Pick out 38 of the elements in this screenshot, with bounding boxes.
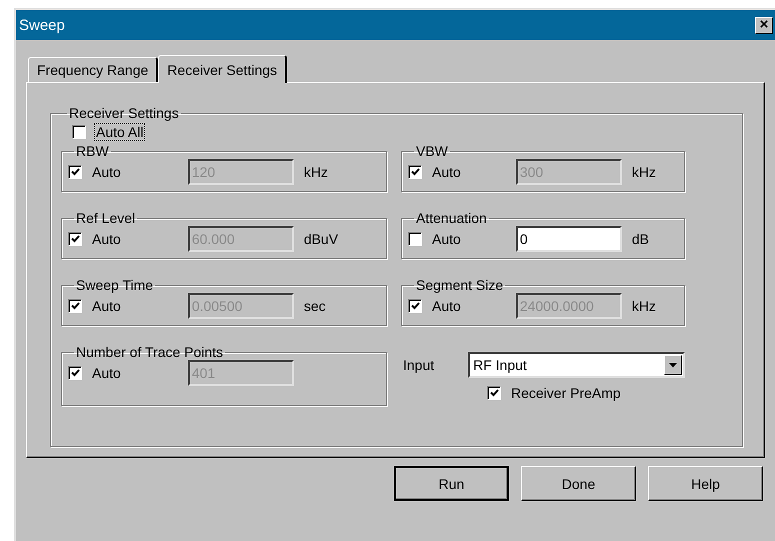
checkmark-icon [490, 389, 498, 397]
checkmark-icon [70, 235, 80, 243]
unit-label: kHz [632, 164, 656, 180]
input-field[interactable]: 0 [516, 226, 622, 252]
unit-label: kHz [632, 298, 656, 314]
tab[interactable]: Receiver Settings [158, 55, 288, 83]
checkbox-label[interactable]: Receiver PreAmp [509, 384, 623, 402]
checkbox[interactable] [408, 232, 422, 246]
input-label: Input [403, 357, 436, 373]
checkmark-icon [70, 369, 80, 377]
unit-label: kHz [304, 164, 328, 180]
checkmark-icon [70, 302, 80, 310]
group-label: Sweep Time [75, 277, 154, 293]
unit-label: dB [632, 231, 649, 247]
checkmark-icon [410, 302, 420, 310]
group-label: Receiver Settings [68, 105, 180, 121]
group-label: Number of Trace Points [75, 344, 224, 360]
group-label: Segment Size [415, 277, 504, 293]
group-label: RBW [75, 143, 110, 159]
dialog-button[interactable]: Run [394, 466, 509, 501]
input-dropdown[interactable]: RF Input [468, 352, 685, 378]
dialog-button[interactable]: Help [648, 466, 763, 501]
checkbox-label[interactable]: Auto [430, 230, 463, 248]
tab[interactable]: Frequency Range [28, 57, 158, 82]
group-label: VBW [415, 143, 449, 159]
checkbox[interactable] [487, 386, 501, 400]
close-button[interactable]: × [755, 16, 773, 34]
checkmark-icon [410, 168, 420, 176]
group-label: Ref Level [75, 210, 136, 226]
checkbox[interactable] [72, 125, 86, 139]
group-label: Attenuation [415, 210, 488, 226]
dialog-button[interactable]: Done [521, 466, 636, 501]
unit-label: dBuV [304, 231, 338, 247]
checkbox-label[interactable]: Auto All [94, 123, 146, 141]
unit-label: sec [304, 298, 326, 314]
window-title: Sweep [19, 16, 65, 34]
checkmark-icon [70, 168, 80, 176]
dropdown-value: RF Input [473, 357, 527, 373]
